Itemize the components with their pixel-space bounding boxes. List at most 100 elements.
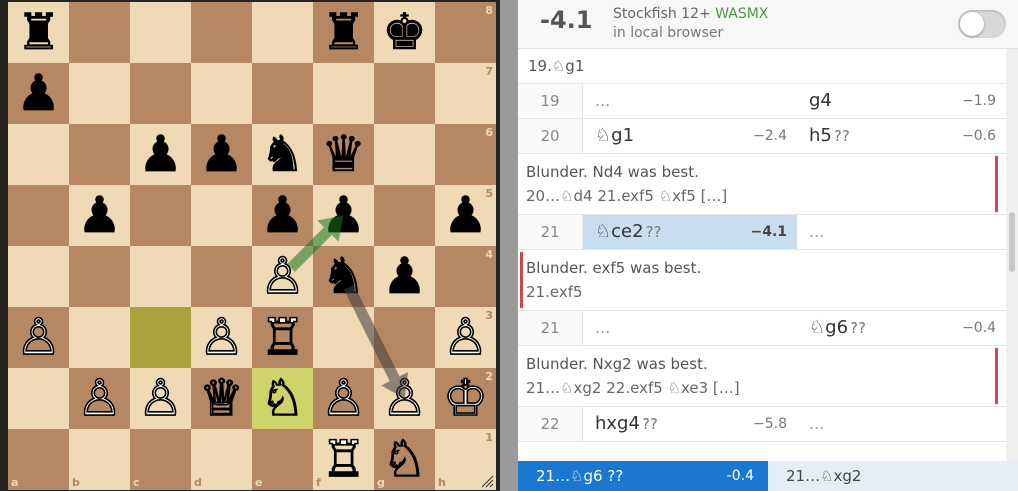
square-h5[interactable]: 5 ♟ <box>435 185 496 246</box>
chess-piece-f2[interactable]: ♙ <box>313 368 374 429</box>
square-g1[interactable]: g ♘ <box>374 429 435 490</box>
square-e7[interactable] <box>252 63 313 124</box>
square-d4[interactable] <box>191 246 252 307</box>
black-move[interactable]: ... <box>797 215 1006 249</box>
chess-piece-d3[interactable]: ♙ <box>191 307 252 368</box>
white-move[interactable]: ... <box>583 311 797 345</box>
square-e3[interactable]: ♖ <box>252 307 313 368</box>
chess-piece-f4[interactable]: ♞ <box>313 246 374 307</box>
square-e4[interactable]: ♙ <box>252 246 313 307</box>
white-move[interactable]: ... <box>583 84 797 118</box>
square-f7[interactable] <box>313 63 374 124</box>
resize-handle-icon[interactable] <box>480 474 494 488</box>
square-g4[interactable]: ♟ <box>374 246 435 307</box>
chess-board[interactable]: ♜ ♜ ♚ 8 ♟ 7 ♟ ♟ ♞ ♛ 6 ♟ ♟ ♟ 5 ♟ ♙ ♞ ♟ 4 ♙ ♙ ♖ 3 ♙ ♙ ♙ ♕ ♘ ♙ ♙ 2 ♔ a b c d e f ♖… <box>8 2 496 490</box>
square-d7[interactable] <box>191 63 252 124</box>
square-c7[interactable] <box>130 63 191 124</box>
square-h2[interactable]: 2 ♔ <box>435 368 496 429</box>
square-b6[interactable] <box>69 124 130 185</box>
square-b5[interactable]: ♟ <box>69 185 130 246</box>
chess-piece-d2[interactable]: ♕ <box>191 368 252 429</box>
white-move-active[interactable]: ♘ce2?? −4.1 <box>583 215 797 249</box>
square-f2[interactable]: ♙ <box>313 368 374 429</box>
chess-piece-a7[interactable]: ♟ <box>8 63 69 124</box>
square-a3[interactable]: ♙ <box>8 307 69 368</box>
square-g3[interactable] <box>374 307 435 368</box>
square-f8[interactable]: ♜ <box>313 2 374 63</box>
square-c3[interactable] <box>130 307 191 368</box>
chess-piece-d6[interactable]: ♟ <box>191 124 252 185</box>
comment-variation[interactable]: 21.exf5 <box>526 280 996 304</box>
chess-piece-f6[interactable]: ♛ <box>313 124 374 185</box>
square-a8[interactable]: ♜ <box>8 2 69 63</box>
black-move[interactable]: ♘g6?? −0.4 <box>797 311 1006 345</box>
square-h7[interactable]: 7 <box>435 63 496 124</box>
square-d8[interactable] <box>191 2 252 63</box>
white-move[interactable]: ♘g1 −2.4 <box>583 119 797 153</box>
square-h3[interactable]: 3 ♙ <box>435 307 496 368</box>
square-b3[interactable] <box>69 307 130 368</box>
engine-toggle[interactable] <box>958 10 1006 38</box>
chess-piece-f8[interactable]: ♜ <box>313 2 374 63</box>
square-e6[interactable]: ♞ <box>252 124 313 185</box>
chess-piece-h5[interactable]: ♟ <box>435 185 496 246</box>
current-move-button[interactable]: 21…♘g6 ?? -0.4 <box>518 461 768 491</box>
chess-piece-g2[interactable]: ♙ <box>374 368 435 429</box>
square-g5[interactable] <box>374 185 435 246</box>
chess-piece-b5[interactable]: ♟ <box>69 185 130 246</box>
square-e5[interactable]: ♟ <box>252 185 313 246</box>
chess-piece-h2[interactable]: ♔ <box>435 368 496 429</box>
square-d6[interactable]: ♟ <box>191 124 252 185</box>
comment-variation[interactable]: 20…♘d4 21.exf5 ♘xf5 […] <box>526 184 996 208</box>
square-b1[interactable]: b <box>69 429 130 490</box>
square-c5[interactable] <box>130 185 191 246</box>
chess-piece-f5[interactable]: ♟ <box>313 185 374 246</box>
chess-piece-e3[interactable]: ♖ <box>252 307 313 368</box>
previous-move-line[interactable]: 19.♘g1 <box>518 49 1006 84</box>
square-g7[interactable] <box>374 63 435 124</box>
comment-variation[interactable]: 21…♘xg2 22.exf5 ♘xe3 […] <box>526 376 996 400</box>
chess-piece-e4[interactable]: ♙ <box>252 246 313 307</box>
square-c1[interactable]: c <box>130 429 191 490</box>
chess-piece-e6[interactable]: ♞ <box>252 124 313 185</box>
square-b8[interactable] <box>69 2 130 63</box>
chess-piece-c6[interactable]: ♟ <box>130 124 191 185</box>
square-a6[interactable] <box>8 124 69 185</box>
square-a2[interactable] <box>8 368 69 429</box>
square-a4[interactable] <box>8 246 69 307</box>
square-d1[interactable]: d <box>191 429 252 490</box>
chess-piece-g8[interactable]: ♚ <box>374 2 435 63</box>
square-f4[interactable]: ♞ <box>313 246 374 307</box>
square-c8[interactable] <box>130 2 191 63</box>
square-f3[interactable] <box>313 307 374 368</box>
chess-piece-e2[interactable]: ♘ <box>252 368 313 429</box>
chess-piece-g1[interactable]: ♘ <box>374 429 435 490</box>
square-e1[interactable]: e <box>252 429 313 490</box>
white-move[interactable]: hxg4?? −5.8 <box>583 407 797 441</box>
move-list-scrollbar[interactable] <box>1006 49 1018 461</box>
square-h8[interactable]: 8 <box>435 2 496 63</box>
panel-gutter[interactable] <box>500 0 518 491</box>
square-e8[interactable] <box>252 2 313 63</box>
square-d2[interactable]: ♕ <box>191 368 252 429</box>
square-b7[interactable] <box>69 63 130 124</box>
square-c2[interactable]: ♙ <box>130 368 191 429</box>
square-g8[interactable]: ♚ <box>374 2 435 63</box>
square-c6[interactable]: ♟ <box>130 124 191 185</box>
square-c4[interactable] <box>130 246 191 307</box>
square-f6[interactable]: ♛ <box>313 124 374 185</box>
chess-piece-g4[interactable]: ♟ <box>374 246 435 307</box>
square-e2[interactable]: ♘ <box>252 368 313 429</box>
square-f1[interactable]: f ♖ <box>313 429 374 490</box>
chess-piece-c2[interactable]: ♙ <box>130 368 191 429</box>
square-d3[interactable]: ♙ <box>191 307 252 368</box>
scrollbar-thumb[interactable] <box>1009 212 1015 272</box>
black-move[interactable]: h5?? −0.6 <box>797 119 1006 153</box>
chess-piece-e5[interactable]: ♟ <box>252 185 313 246</box>
square-a1[interactable]: a <box>8 429 69 490</box>
square-a7[interactable]: ♟ <box>8 63 69 124</box>
square-a5[interactable] <box>8 185 69 246</box>
square-h6[interactable]: 6 <box>435 124 496 185</box>
chess-piece-a3[interactable]: ♙ <box>8 307 69 368</box>
square-f5[interactable]: ♟ <box>313 185 374 246</box>
